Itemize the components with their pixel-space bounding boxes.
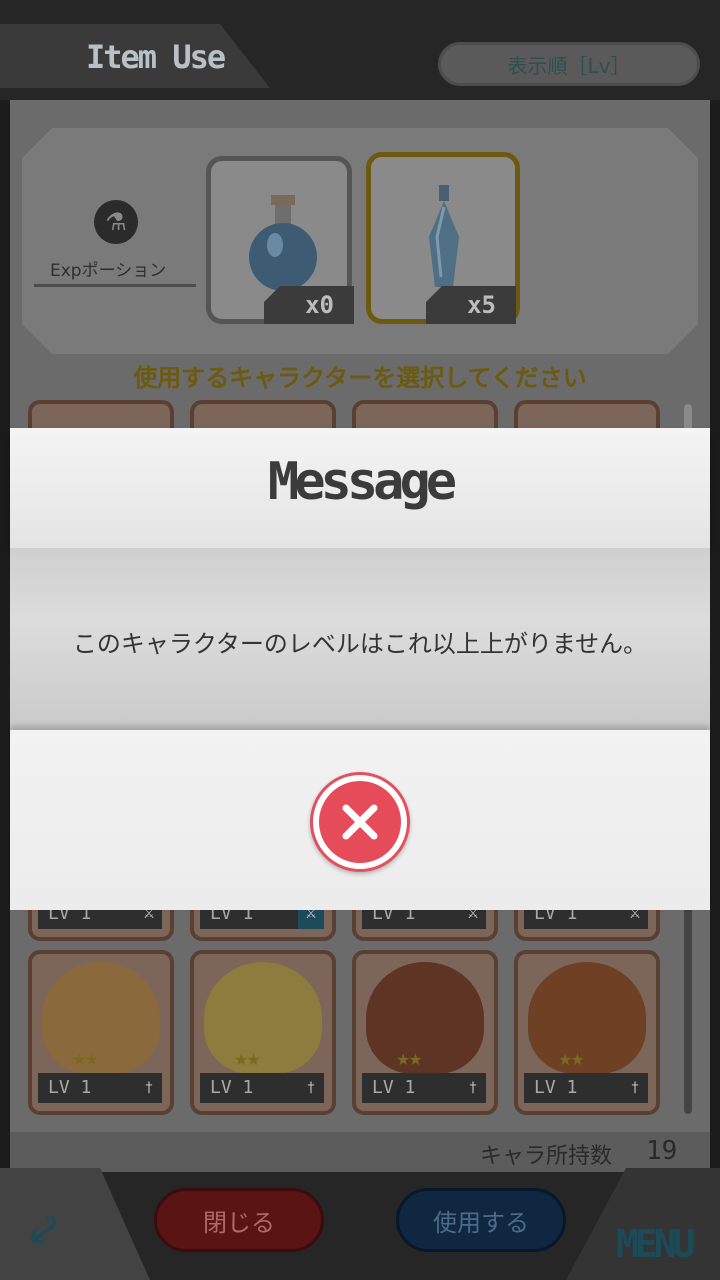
character-portrait bbox=[528, 962, 646, 1074]
character-card[interactable]: ★★ LV 1 † bbox=[190, 950, 336, 1115]
select-instruction: 使用するキャラクターを選択してください bbox=[133, 364, 587, 392]
modal-close-button[interactable] bbox=[310, 772, 410, 872]
close-button[interactable]: 閉じる bbox=[154, 1188, 324, 1252]
owned-count-label: キャラ所持数 bbox=[480, 1144, 613, 1169]
character-card[interactable]: ★★ LV 1 † bbox=[514, 950, 660, 1115]
character-level: LV 1 bbox=[362, 1073, 462, 1103]
use-button[interactable]: 使用する bbox=[396, 1188, 566, 1252]
rarity-stars: ★★ bbox=[396, 1050, 423, 1069]
page-title: Item Use bbox=[86, 38, 226, 76]
character-level: LV 1 bbox=[524, 1073, 624, 1103]
sword-icon: † bbox=[298, 1073, 324, 1103]
character-portrait bbox=[204, 962, 322, 1074]
item-count-blue-potion: x0 bbox=[264, 286, 354, 324]
modal-message: このキャラクターのレベルはこれ以上上がりません。 bbox=[72, 630, 648, 658]
item-category-label: Expポーション bbox=[50, 261, 167, 281]
rarity-stars: ★★ bbox=[234, 1050, 261, 1069]
item-count-crystal-potion: x5 bbox=[426, 286, 516, 324]
rarity-stars: ★★ bbox=[72, 1050, 99, 1069]
character-card[interactable]: ★★ LV 1 † bbox=[352, 950, 498, 1115]
modal-title: Message bbox=[267, 452, 457, 512]
sword-icon: † bbox=[460, 1073, 486, 1103]
dagger-icon: † bbox=[136, 1073, 162, 1103]
character-level: LV 1 bbox=[200, 1073, 300, 1103]
character-portrait bbox=[42, 962, 160, 1074]
category-underline bbox=[34, 284, 196, 287]
owned-count-value: 19 bbox=[646, 1136, 678, 1166]
character-card[interactable]: ★★ LV 1 † bbox=[28, 950, 174, 1115]
flask-icon: ⚗ bbox=[94, 200, 138, 244]
rarity-stars: ★★ bbox=[558, 1050, 585, 1069]
axe-icon: † bbox=[622, 1073, 648, 1103]
character-portrait bbox=[366, 962, 484, 1074]
close-icon[interactable] bbox=[319, 781, 401, 863]
sort-order-button[interactable]: 表示順［Lv］ bbox=[438, 42, 700, 86]
menu-button[interactable]: MENU bbox=[616, 1222, 695, 1266]
character-level: LV 1 bbox=[38, 1073, 138, 1103]
